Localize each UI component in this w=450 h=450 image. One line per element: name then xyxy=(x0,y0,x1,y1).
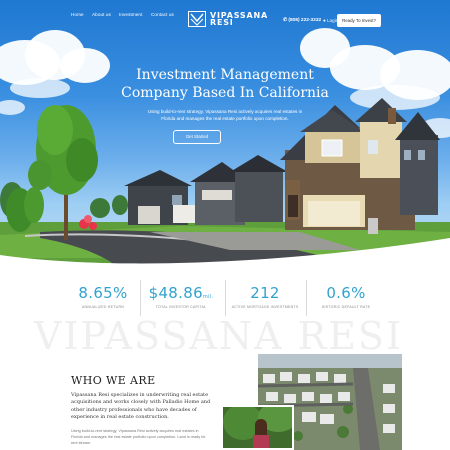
neighborhood-scene xyxy=(0,98,450,270)
stat-label: HISTORIC DEFAULT RATE xyxy=(321,305,371,309)
team-photo xyxy=(221,405,294,450)
nav-link-contact[interactable]: Contact us xyxy=(151,12,174,17)
stat-value: 8.65% xyxy=(78,284,128,302)
stat-value: 212 xyxy=(250,284,280,302)
ready-to-invest-button[interactable]: Ready To Invest? xyxy=(337,14,381,27)
logo-line-2: RESI xyxy=(210,18,234,27)
hero-title-line-1: Investment Management xyxy=(136,67,314,83)
nav-link-home[interactable]: Home xyxy=(71,12,84,17)
stat-divider xyxy=(306,280,307,316)
hero-subtitle: Using build-to-rent strategy, Vipassana … xyxy=(100,108,350,122)
stat-value: $48.86mil. xyxy=(146,284,216,302)
top-nav: Home About us Investment Contact us VIPA… xyxy=(0,6,450,27)
stat-divider xyxy=(225,280,226,316)
hero-section: Home About us Investment Contact us VIPA… xyxy=(0,0,450,270)
stat-label: ACTIVE MORTGAGE INVESTMENTS xyxy=(231,305,299,309)
hero-title-line-2: Company Based In California xyxy=(121,85,329,101)
logo-text: VIPASSANA RESI xyxy=(210,12,268,27)
who-we-are-paragraph-1: Vipassana Resi specializes in underwriti… xyxy=(71,392,211,421)
stat-number: $48.86 xyxy=(148,284,203,302)
stat-label: ANNUALIZED RETURN xyxy=(81,305,125,309)
stat-suffix: mil. xyxy=(202,294,214,300)
user-icon: ● xyxy=(323,18,326,23)
logo-mark-icon xyxy=(188,11,206,27)
stat-annualized-return: 8.65% ANNUALIZED RETURN xyxy=(68,284,138,309)
hero-subtitle-line-2: Florida and manages the real estate port… xyxy=(161,116,289,121)
hero-subtitle-line-1: Using build-to-rent strategy, Vipassana … xyxy=(147,109,303,114)
phone-icon: ✆ xyxy=(283,18,288,23)
who-we-are-paragraph-2: Using build-to-rent strategy, Vipassana … xyxy=(71,429,206,445)
nav-link-investment[interactable]: Investment xyxy=(119,12,142,17)
phone-number[interactable]: ✆ (808) 222-3332 xyxy=(283,18,321,23)
brand-watermark: VIPASSANA RESI xyxy=(34,314,403,358)
phone-text: (808) 222-3332 xyxy=(288,18,322,23)
stat-label: TOTAL INVESTOR CAPITAL xyxy=(155,305,207,309)
hero-title: Investment Management Company Based In C… xyxy=(0,66,450,102)
stat-total-capital: $48.86mil. TOTAL INVESTOR CAPITAL xyxy=(146,284,216,309)
get-started-button[interactable]: Get Started xyxy=(173,130,221,144)
stat-mortgage-investments: 212 ACTIVE MORTGAGE INVESTMENTS xyxy=(230,284,300,309)
stat-value: 0.6% xyxy=(326,284,366,302)
who-we-are-title: WHO WE ARE xyxy=(71,374,156,387)
nav-link-about[interactable]: About us xyxy=(92,12,111,17)
logo[interactable]: VIPASSANA RESI xyxy=(188,10,268,30)
stat-default-rate: 0.6% HISTORIC DEFAULT RATE xyxy=(311,284,381,309)
stat-divider xyxy=(140,280,141,316)
